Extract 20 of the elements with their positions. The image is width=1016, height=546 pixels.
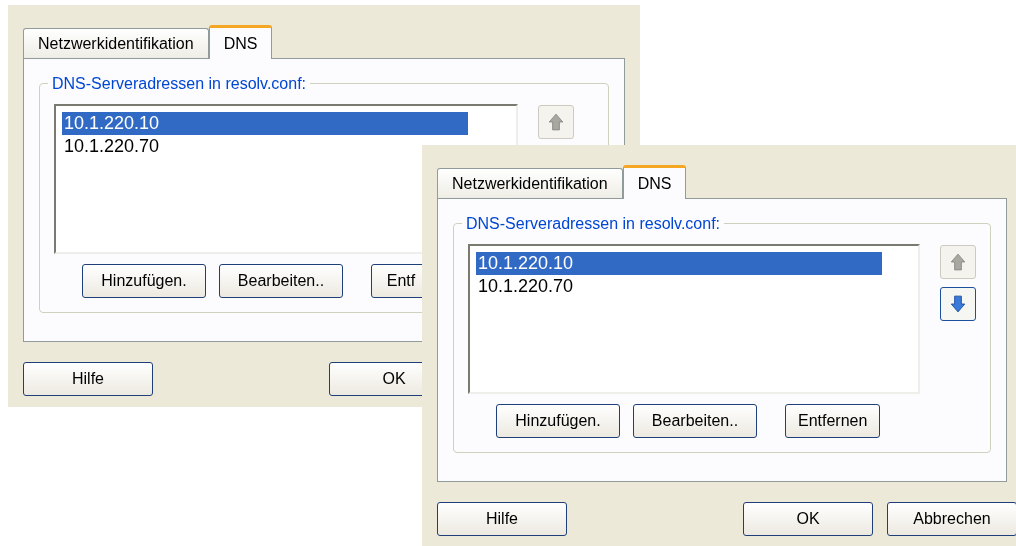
list-action-button[interactable]: Entfernen: [785, 404, 881, 438]
arrow-up-icon: [950, 253, 966, 271]
server-list-item[interactable]: 10.1.220.70: [476, 275, 882, 298]
arrow-up-icon: [548, 113, 564, 131]
list-action-button[interactable]: Bearbeiten..: [219, 264, 343, 298]
dialog-button[interactable]: Abbrechen: [887, 502, 1016, 536]
move-down-button[interactable]: [940, 287, 976, 321]
server-list-item[interactable]: 10.1.220.10: [62, 112, 468, 135]
tab[interactable]: Netzwerkidentifikation: [437, 168, 623, 198]
list-action-button[interactable]: Hinzufügen.: [496, 404, 620, 438]
dialog-button[interactable]: OK: [743, 502, 873, 536]
dialog-button[interactable]: Hilfe: [437, 502, 567, 536]
tab[interactable]: DNS: [622, 165, 687, 199]
tab[interactable]: DNS: [208, 25, 273, 59]
list-action-button[interactable]: Hinzufügen.: [82, 264, 206, 298]
server-list-item[interactable]: 10.1.220.10: [476, 252, 882, 275]
dialog-button[interactable]: Hilfe: [23, 362, 153, 396]
list-action-button[interactable]: Bearbeiten..: [633, 404, 757, 438]
tab[interactable]: Netzwerkidentifikation: [23, 28, 209, 58]
arrow-down-icon: [950, 295, 966, 313]
